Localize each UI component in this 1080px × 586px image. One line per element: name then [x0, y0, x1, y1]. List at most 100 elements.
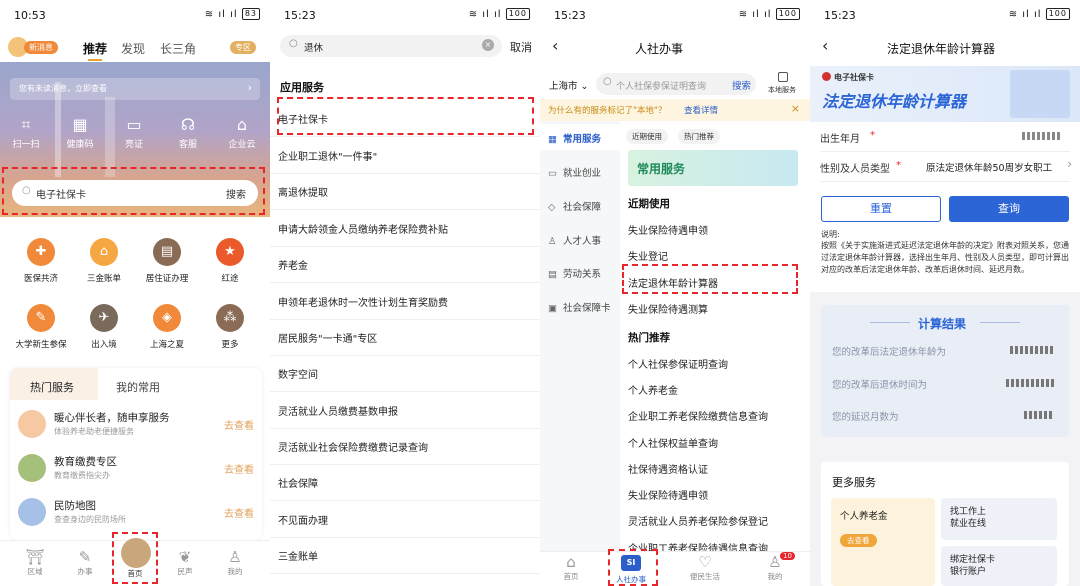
home-button-circle[interactable]: [121, 538, 151, 568]
service-travel[interactable]: ✈ 出入境: [76, 304, 132, 350]
tab-recommend[interactable]: 推荐: [83, 40, 107, 57]
hot-item-civil-defense[interactable]: 民防地图 查查身边的民防场所 去查看: [10, 492, 262, 536]
service-redroute[interactable]: ★ 红途: [202, 238, 258, 284]
service-item[interactable]: 失业保险待遇测算: [628, 301, 708, 316]
nav-home[interactable]: ⌂ 首页: [544, 553, 598, 582]
screen-hrss: 15:23 ≋ ıl ıl 100 ‹ 人社办事 上海市 ⌄ ○ 个人社保参保证…: [540, 0, 810, 586]
summer-icon: ◈: [153, 304, 181, 332]
health-code-button[interactable]: ▦ 健康码: [60, 116, 100, 151]
sidebar-item-social-security[interactable]: ◇ 社会保障: [548, 199, 601, 213]
nav-life[interactable]: ♡ 便民生活: [678, 553, 732, 582]
service-bill[interactable]: ⌂ 三金账单: [76, 238, 132, 284]
service-item[interactable]: 个人社保权益单查询: [628, 435, 718, 450]
result-item[interactable]: 申请大龄领金人员缴纳养老保险费补贴: [278, 221, 448, 236]
go-view-link[interactable]: 去查看: [224, 505, 254, 520]
nav-hrss-active[interactable]: SI: [621, 555, 641, 571]
plane-icon: ✈: [90, 304, 118, 332]
result-item[interactable]: 数字空间: [278, 366, 318, 381]
tab-yangtze[interactable]: 长三角: [160, 40, 196, 57]
result-item[interactable]: 企业职工退休"一件事": [278, 148, 377, 163]
result-item[interactable]: 申领年老退休时一次性计划生育奖励费: [278, 294, 448, 309]
service-item-retirement-calc[interactable]: 法定退休年龄计算器: [628, 275, 718, 290]
briefcase-icon: ▭: [548, 168, 557, 179]
go-view-button[interactable]: 去查看: [840, 534, 877, 547]
area-button[interactable]: 专区: [230, 41, 256, 54]
pen-icon: ✎: [78, 548, 92, 566]
query-button[interactable]: 查询: [949, 196, 1069, 222]
service-item[interactable]: 企业职工养老保险缴费信息查询: [628, 408, 768, 423]
birth-field[interactable]: 出生年月 *: [820, 122, 1070, 152]
type-field[interactable]: 性别及人员类型 * 原法定退休年龄50周岁女职工 ›: [820, 152, 1072, 182]
more-item-jobs[interactable]: 找工作上 就业在线: [941, 498, 1057, 540]
show-id-button[interactable]: ▭ 亮证: [114, 116, 154, 151]
service-item[interactable]: 失业登记: [628, 248, 668, 263]
service-summer[interactable]: ◈ 上海之夏: [139, 304, 195, 350]
service-more[interactable]: ⁂ 更多: [202, 304, 258, 350]
service-item[interactable]: 社保待遇资格认证: [628, 461, 708, 476]
tab-hot-services[interactable]: 热门服务: [30, 379, 74, 395]
close-icon[interactable]: ×: [791, 102, 800, 115]
local-service-icon[interactable]: [778, 72, 788, 82]
result-item[interactable]: 灵活就业人员缴费基数申报: [278, 403, 398, 418]
nav-mine[interactable]: ♙ 我的: [208, 548, 262, 577]
sidebar-item-labor[interactable]: ▤ 劳动关系: [548, 266, 601, 280]
scan-button[interactable]: ⌗ 扫一扫: [6, 116, 46, 151]
search-input[interactable]: ○ 退休 ×: [280, 35, 502, 57]
service-item[interactable]: 失业保险待遇申领: [628, 222, 708, 237]
enterprise-cloud-button[interactable]: ⌂ 企业云: [222, 116, 262, 151]
sidebar-item-talent[interactable]: ♙ 人才人事: [548, 233, 601, 247]
customer-service-button[interactable]: ☊ 客服: [168, 116, 208, 151]
search-button[interactable]: 搜索: [226, 186, 246, 201]
back-icon[interactable]: ‹: [552, 36, 558, 55]
banner-title: 常用服务: [637, 162, 686, 176]
sidebar-item-employment[interactable]: ▭ 就业创业: [548, 165, 601, 179]
service-item[interactable]: 个人社保参保证明查询: [628, 356, 728, 371]
sidebar-item-card[interactable]: ▣ 社会保障卡: [548, 300, 611, 314]
cancel-button[interactable]: 取消: [510, 39, 532, 55]
hot-item-education[interactable]: 教育缴费专区 教育缴费指尖办 去查看: [10, 448, 262, 492]
notice-link[interactable]: 查看详情: [684, 104, 718, 116]
service-item[interactable]: 个人养老金: [628, 382, 678, 397]
clear-icon[interactable]: ×: [482, 39, 494, 51]
local-service-label[interactable]: 本地服务: [768, 85, 796, 95]
nav-affairs[interactable]: ✎ 办事: [58, 548, 112, 577]
result-item[interactable]: 养老金: [278, 257, 308, 272]
battery-level: 100: [775, 8, 800, 20]
sidebar-item-common[interactable]: ▦ 常用服务: [548, 131, 601, 145]
service-medical[interactable]: ✚ 医保共济: [13, 238, 69, 284]
chip-recent[interactable]: 近期使用: [626, 129, 668, 144]
result-item[interactable]: 居民服务"一卡通"专区: [278, 330, 377, 345]
service-item[interactable]: 灵活就业人员养老保险参保登记: [628, 513, 768, 528]
result-item[interactable]: 电子社保卡: [278, 111, 328, 126]
nav-region[interactable]: ⛩ 区域: [8, 548, 62, 577]
nav-hrss[interactable]: 人社办事: [604, 574, 658, 585]
service-item[interactable]: 失业保险待遇申领: [628, 487, 708, 502]
tab-discover[interactable]: 发现: [121, 40, 145, 57]
back-icon[interactable]: ‹: [822, 36, 828, 55]
result-item[interactable]: 社会保障: [278, 475, 318, 490]
result-value-redacted: [1006, 379, 1054, 387]
notice-bar[interactable]: 您有未读消息，立即查看 ›: [10, 78, 260, 100]
tab-my-common[interactable]: 我的常用: [116, 379, 160, 395]
birth-value-redacted: [1022, 132, 1062, 140]
hot-item-elder[interactable]: 暖心伴长者，随申享服务 体验养老助老便捷服务 去查看: [10, 404, 262, 448]
nav-voice[interactable]: ❦ 民声: [158, 548, 212, 577]
result-item[interactable]: 灵活就业社会保险费缴费记录查询: [278, 439, 428, 454]
more-item-pension[interactable]: 个人养老金 去查看: [831, 498, 935, 586]
result-item[interactable]: 三金账单: [278, 548, 318, 563]
city-selector[interactable]: 上海市 ⌄: [549, 78, 588, 92]
search-bar[interactable]: ○ 电子社保卡 搜索: [12, 180, 258, 206]
service-freshman[interactable]: ✎ 大学新生参保: [13, 304, 69, 350]
go-view-link[interactable]: 去查看: [224, 461, 254, 476]
search-button[interactable]: 搜索: [732, 78, 751, 92]
reset-button[interactable]: 重置: [821, 196, 941, 222]
result-item[interactable]: 离退休提取: [278, 184, 328, 199]
chip-hot[interactable]: 热门推荐: [678, 129, 720, 144]
result-item[interactable]: 不见面办理: [278, 512, 328, 527]
nav-home[interactable]: 首页: [108, 568, 162, 579]
service-residence[interactable]: ▤ 居住证办理: [139, 238, 195, 284]
go-view-link[interactable]: 去查看: [224, 417, 254, 432]
more-item-bank[interactable]: 绑定社保卡 银行账户: [941, 546, 1057, 586]
search-input[interactable]: ○ 个人社保参保证明查询 搜索: [596, 73, 756, 95]
people-icon: ♙: [548, 236, 557, 247]
